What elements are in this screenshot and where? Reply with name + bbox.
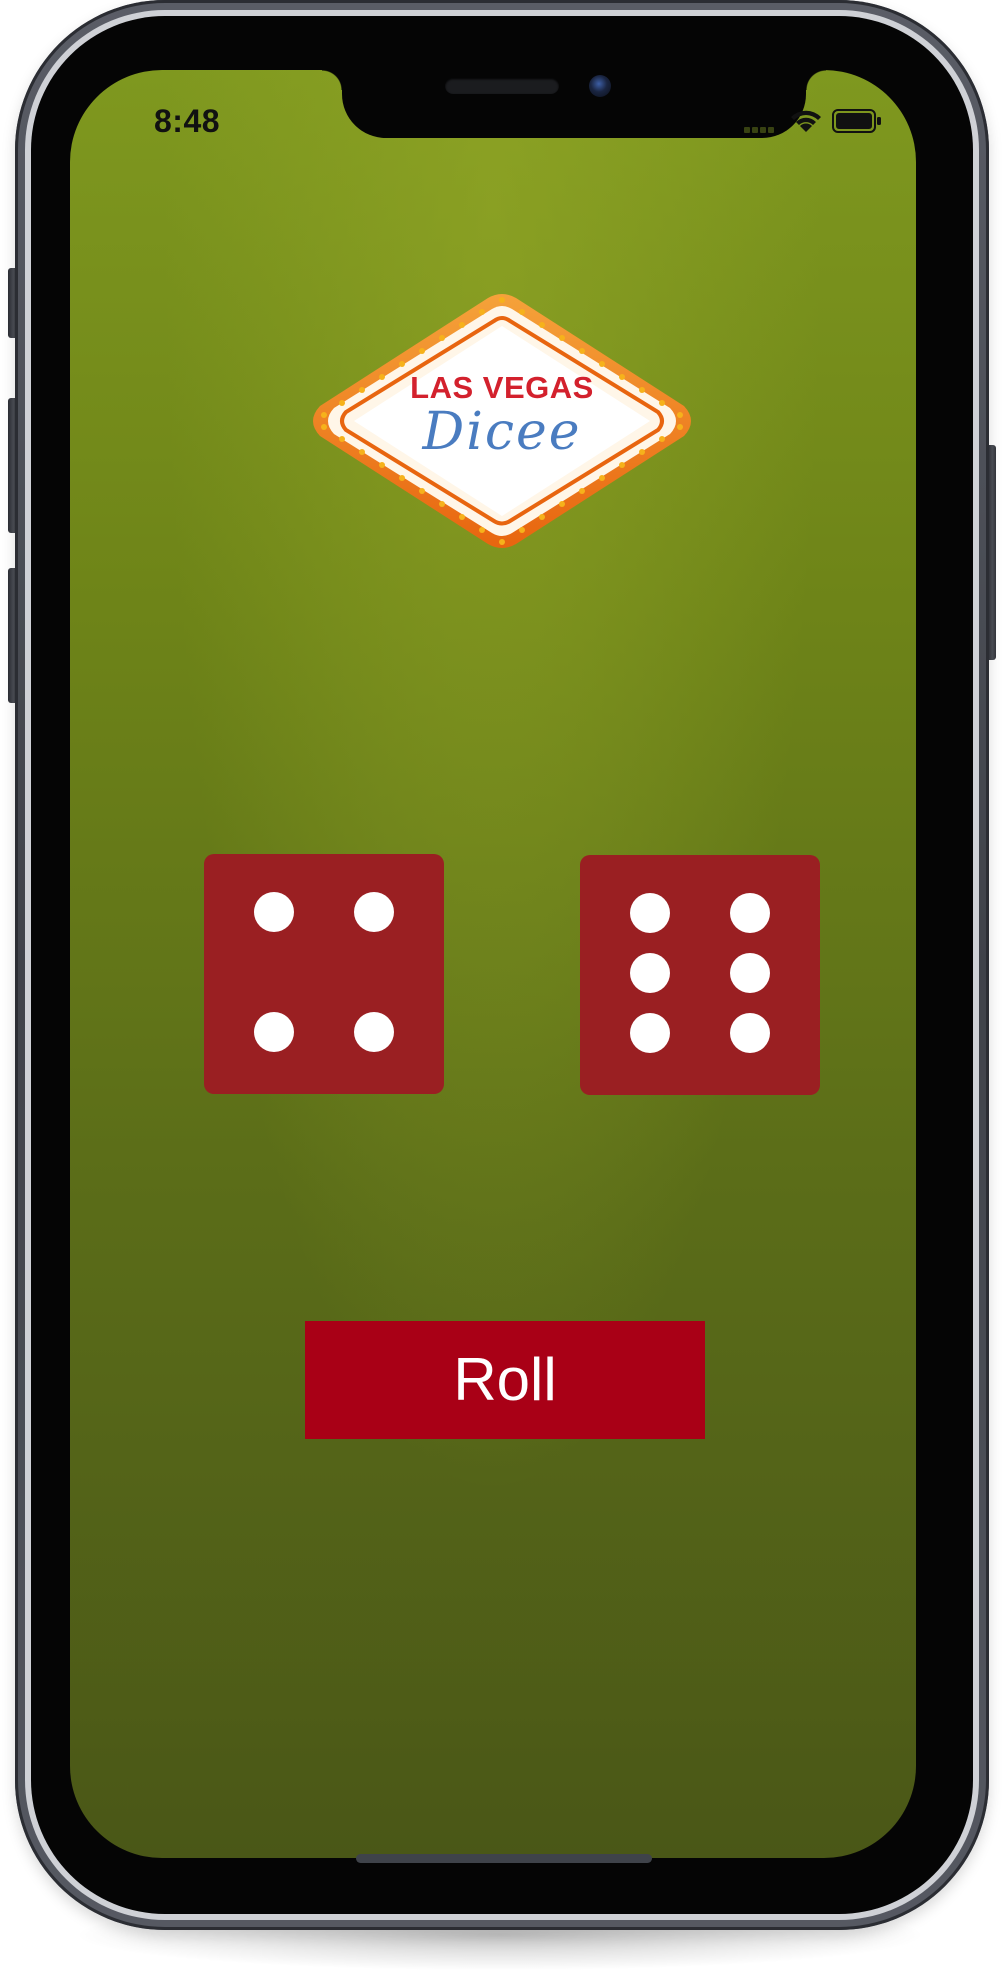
die-pip [630, 953, 670, 993]
status-time: 8:48 [154, 103, 221, 139]
battery-icon [832, 109, 881, 133]
roll-button[interactable]: Roll [305, 1321, 705, 1439]
die-pip [630, 1013, 670, 1053]
notch [322, 70, 826, 138]
die-pip [730, 893, 770, 933]
die-pip [354, 892, 394, 932]
die-pip [254, 1012, 294, 1052]
wifi-icon [791, 110, 821, 132]
speaker-grille [445, 78, 559, 94]
die-pip [354, 1012, 394, 1052]
cellular-signal-icon [744, 120, 776, 138]
left-die [204, 854, 444, 1094]
die-pip [254, 892, 294, 932]
die-pip [730, 953, 770, 993]
logo-title-dicee: Dicee [422, 402, 582, 462]
die-pip [630, 893, 670, 933]
front-camera [589, 75, 611, 97]
right-die [580, 855, 820, 1095]
die-pip [730, 1013, 770, 1053]
home-indicator[interactable] [356, 1854, 652, 1863]
logo-title-las-vegas: LAS VEGAS [410, 370, 594, 405]
